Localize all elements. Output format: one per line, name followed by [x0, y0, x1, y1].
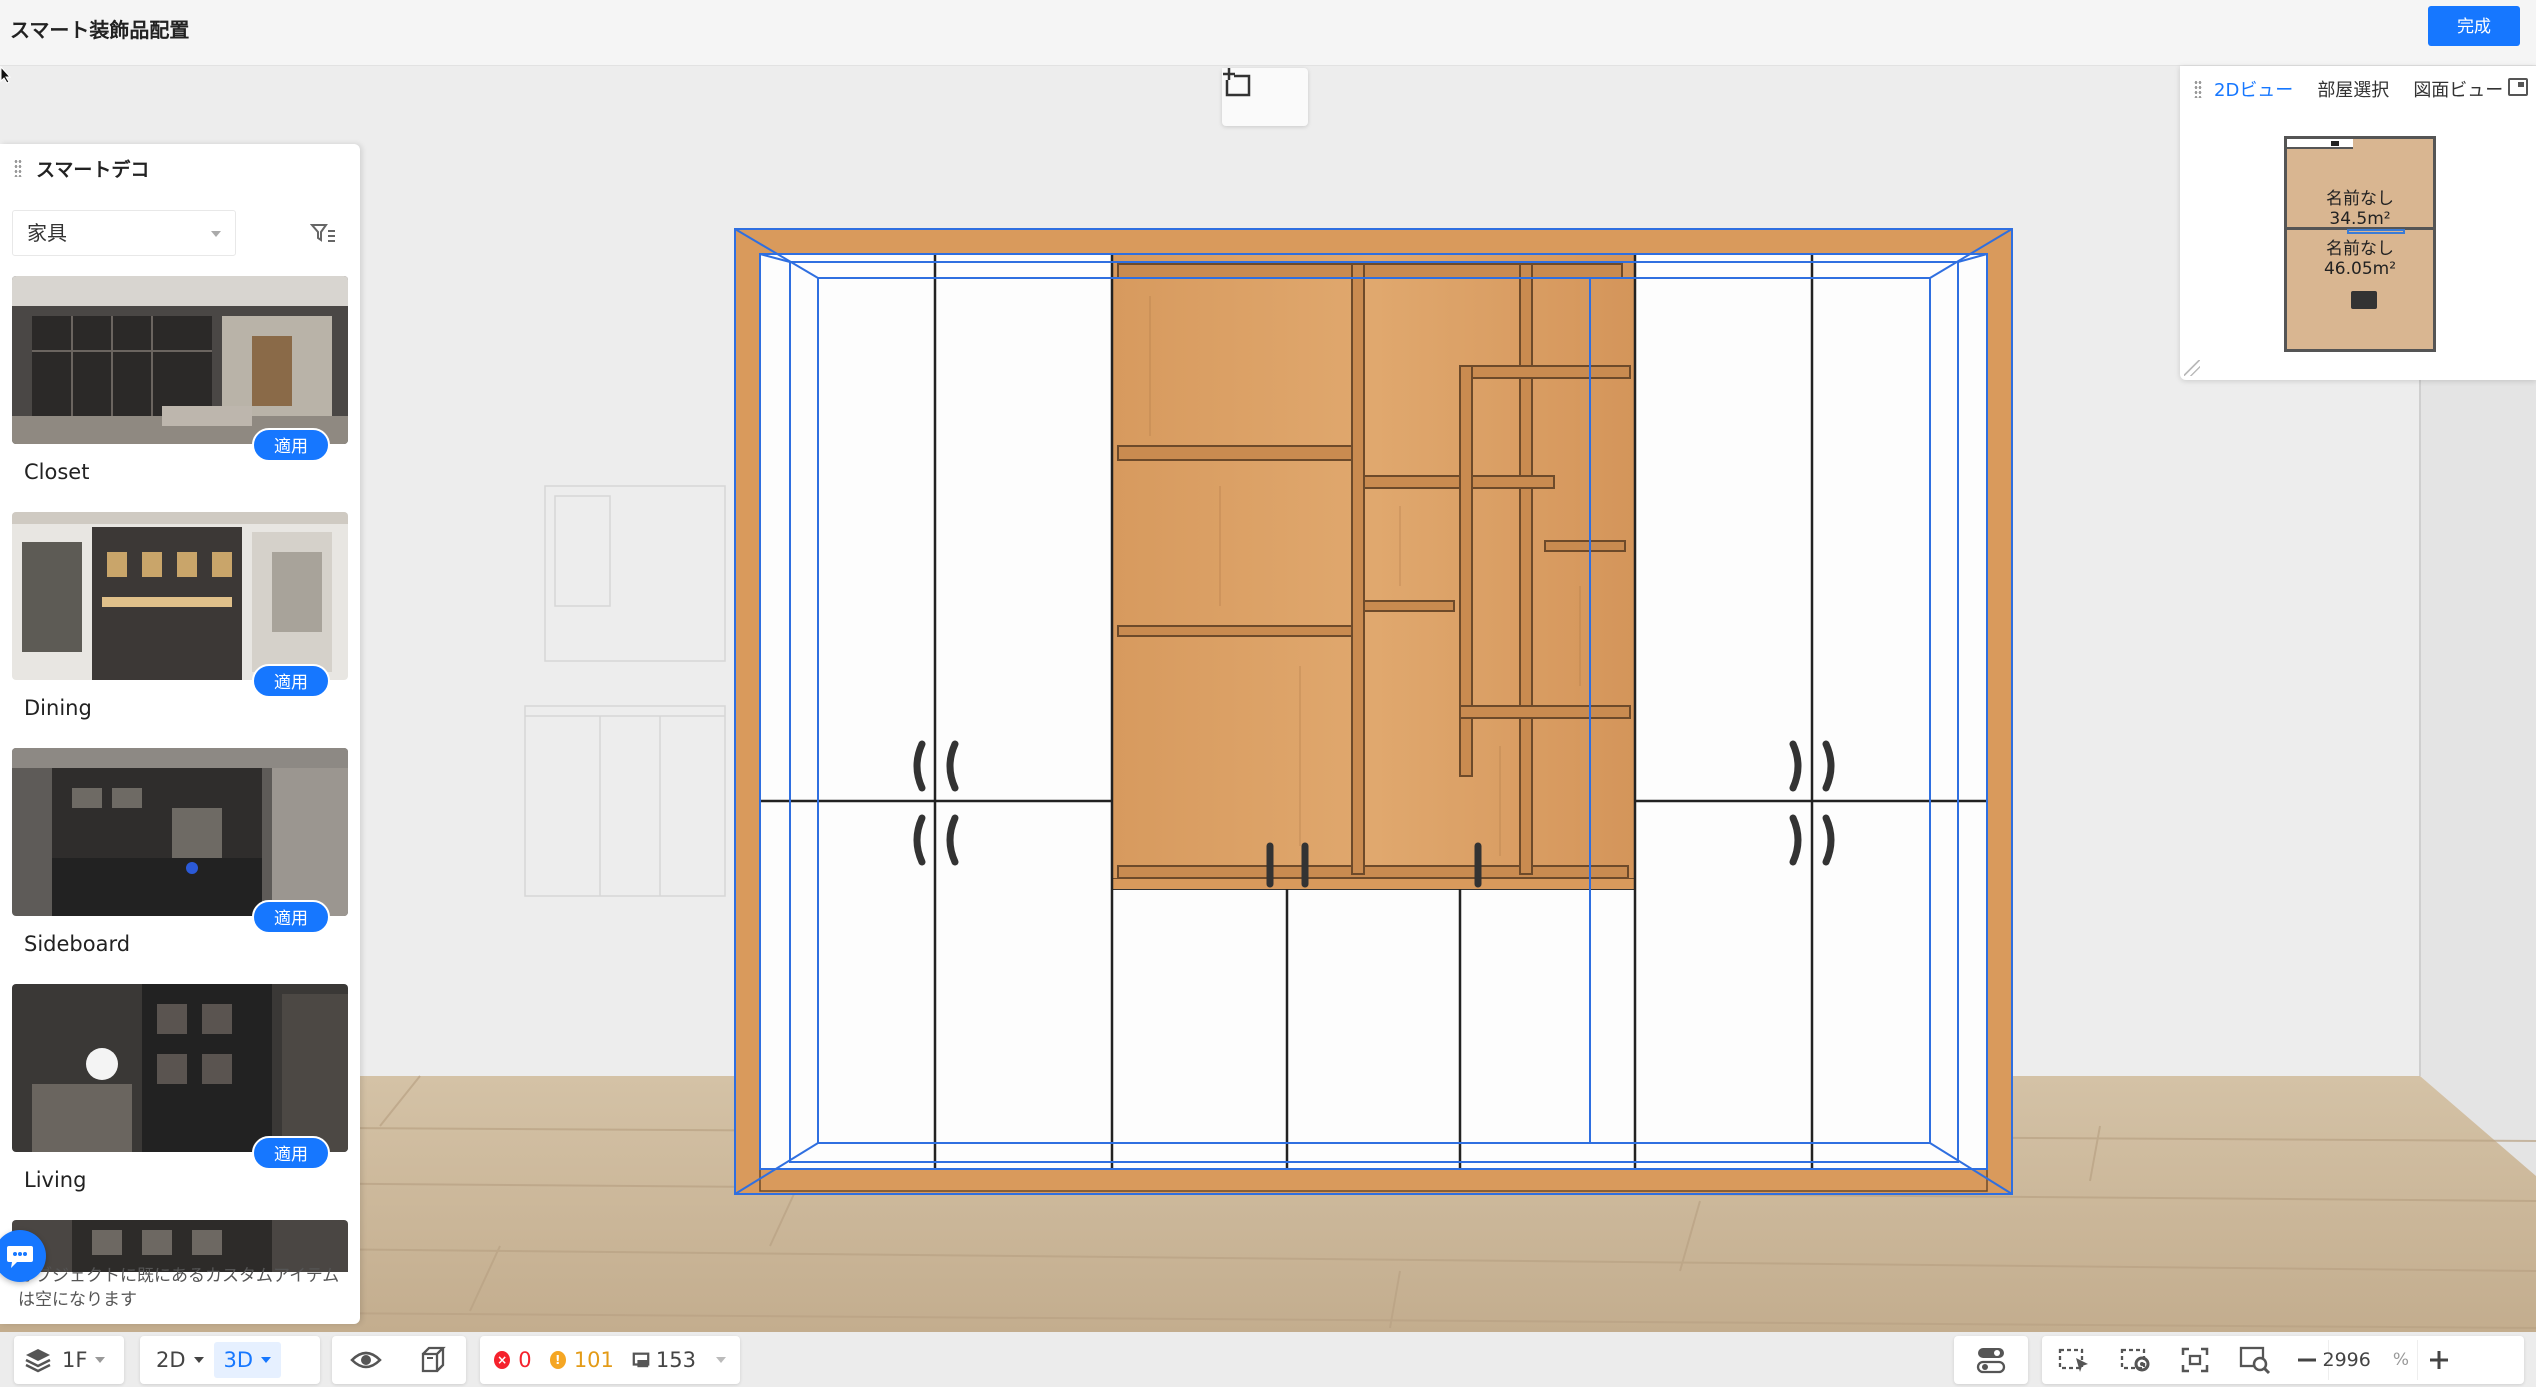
card-label: Sideboard [24, 932, 131, 956]
mode-2d-button[interactable]: 2D [146, 1336, 214, 1384]
3d-viewport[interactable] [0, 66, 2536, 1332]
room-label-1: 名前なし 34.5m² [2287, 189, 2433, 229]
select-region-button[interactable] [2042, 1336, 2104, 1384]
mode-2d-label: 2D [156, 1348, 186, 1372]
dining-thumbnail [12, 512, 348, 680]
zoom-in-button[interactable] [2418, 1336, 2460, 1384]
plan-door [2347, 229, 2405, 234]
drag-handle-icon[interactable] [14, 159, 22, 177]
select-settings-button[interactable] [2104, 1336, 2166, 1384]
template-card-sideboard[interactable]: 適用 Sideboard [12, 748, 348, 984]
floor-plan-thumbnail[interactable]: 名前なし 34.5m² 名前なし 46.05m² [2284, 136, 2436, 352]
add-frame-icon [1222, 68, 1251, 97]
card-label: Closet [24, 460, 90, 484]
floor-dropdown[interactable]: 1F [14, 1336, 115, 1384]
panel-hint: オブジェクトに既にあるカスタムアイテムは空になります [18, 1266, 340, 1310]
add-frame-button[interactable] [1222, 68, 1308, 126]
tab-drawing-view[interactable]: 図面ビュー [2413, 76, 2503, 102]
room-name: 名前なし [2326, 239, 2394, 259]
filter-icon[interactable] [310, 222, 336, 244]
settings-toggle[interactable] [1954, 1336, 2028, 1384]
template-card-living[interactable]: 適用 Living [12, 984, 348, 1220]
view-mode-switch: 2D 3D [140, 1336, 320, 1384]
minimap-tabs: 2Dビュー 部屋選択 図面ビュー [2194, 74, 2527, 104]
settings-toggle-icon [1976, 1348, 2006, 1374]
living-thumbnail [12, 984, 348, 1152]
top-bar: スマート装飾品配置 完成 [0, 0, 2536, 66]
zoom-input[interactable]: 2996 % [2322, 1340, 2418, 1380]
room-area: 34.5m² [2329, 209, 2391, 229]
category-select[interactable]: 家具 [12, 210, 236, 256]
sideboard-thumbnail [12, 748, 348, 916]
error-count: 0 [518, 1348, 532, 1372]
eye-icon[interactable] [350, 1348, 382, 1372]
plan-marker [2331, 141, 2339, 146]
apply-button[interactable]: 適用 [252, 428, 330, 462]
resize-handle-icon[interactable] [2184, 360, 2200, 376]
select-region-icon [2058, 1348, 2088, 1372]
category-value: 家具 [27, 221, 67, 245]
zoom-search-button[interactable] [2224, 1336, 2286, 1384]
chevron-down-icon [211, 231, 221, 237]
plan-furniture-marker [2351, 291, 2377, 309]
smart-deco-panel: スマートデコ 家具 適用 Closet 適用 Dining 適用 Sideboa… [0, 144, 360, 1324]
closet-thumbnail [12, 276, 348, 444]
chat-icon [7, 1246, 33, 1268]
expand-icon[interactable] [2508, 78, 2528, 96]
select-settings-icon [2120, 1348, 2150, 1372]
panel-title: スマートデコ [36, 158, 150, 181]
status-counters[interactable]: × 0 ! 101 153 [480, 1336, 740, 1384]
bottom-toolbar: 1F 2D 3D × 0 ! 101 153 2996 % [0, 1332, 2536, 1387]
app-title: スマート装飾品配置 [10, 18, 190, 42]
minimap-panel: 2Dビュー 部屋選択 図面ビュー 名前なし 34.5m² 名前なし 46.05m… [2180, 66, 2536, 380]
apply-button[interactable]: 適用 [252, 1136, 330, 1170]
zoom-unit: % [2392, 1350, 2409, 1370]
mouse-cursor-icon [0, 66, 12, 84]
plus-icon [2430, 1351, 2448, 1369]
done-button[interactable]: 完成 [2428, 6, 2520, 46]
floor-selector[interactable]: 1F [14, 1336, 124, 1384]
template-card-dining[interactable]: 適用 Dining [12, 512, 348, 748]
cube-icon[interactable] [418, 1345, 448, 1375]
display-tools [332, 1336, 466, 1384]
minus-icon [2298, 1358, 2316, 1362]
apply-button[interactable]: 適用 [252, 664, 330, 698]
focus-icon [2181, 1347, 2209, 1373]
chevron-down-icon [716, 1357, 727, 1363]
template-card-closet[interactable]: 適用 Closet [12, 276, 348, 512]
view-tools: 2996 % [2042, 1336, 2524, 1384]
error-icon: × [494, 1351, 511, 1369]
chevron-down-icon [193, 1357, 204, 1363]
zoom-value: 2996 [2322, 1349, 2371, 1371]
drag-handle-icon[interactable] [2194, 80, 2202, 98]
panel-header: スマートデコ [0, 144, 360, 192]
object-count-icon [632, 1352, 650, 1368]
floor-label: 1F [62, 1348, 88, 1372]
card-label: Dining [24, 696, 92, 720]
tab-room-select[interactable]: 部屋選択 [2317, 76, 2389, 102]
apply-button[interactable]: 適用 [252, 900, 330, 934]
mode-3d-label: 3D [223, 1348, 254, 1372]
warning-count: 101 [573, 1348, 614, 1372]
scene-render [0, 66, 2536, 1332]
mode-3d-button[interactable]: 3D [213, 1342, 282, 1378]
tab-2d-view[interactable]: 2Dビュー [2214, 76, 2293, 102]
focus-button[interactable] [2166, 1336, 2224, 1384]
template-list: 適用 Closet 適用 Dining 適用 Sideboard 適用 Livi… [12, 276, 348, 1220]
chevron-down-icon [95, 1357, 106, 1363]
room-label-2: 名前なし 46.05m² [2287, 239, 2433, 279]
object-count: 153 [655, 1348, 697, 1372]
chevron-down-icon [261, 1357, 272, 1363]
card-label: Living [24, 1168, 87, 1192]
plan-wall-segment [2287, 139, 2353, 149]
layers-icon [25, 1349, 51, 1373]
room-name: 名前なし [2326, 189, 2394, 209]
zoom-search-icon [2239, 1346, 2271, 1375]
room-area: 46.05m² [2323, 259, 2397, 279]
warning-icon: ! [549, 1351, 566, 1369]
